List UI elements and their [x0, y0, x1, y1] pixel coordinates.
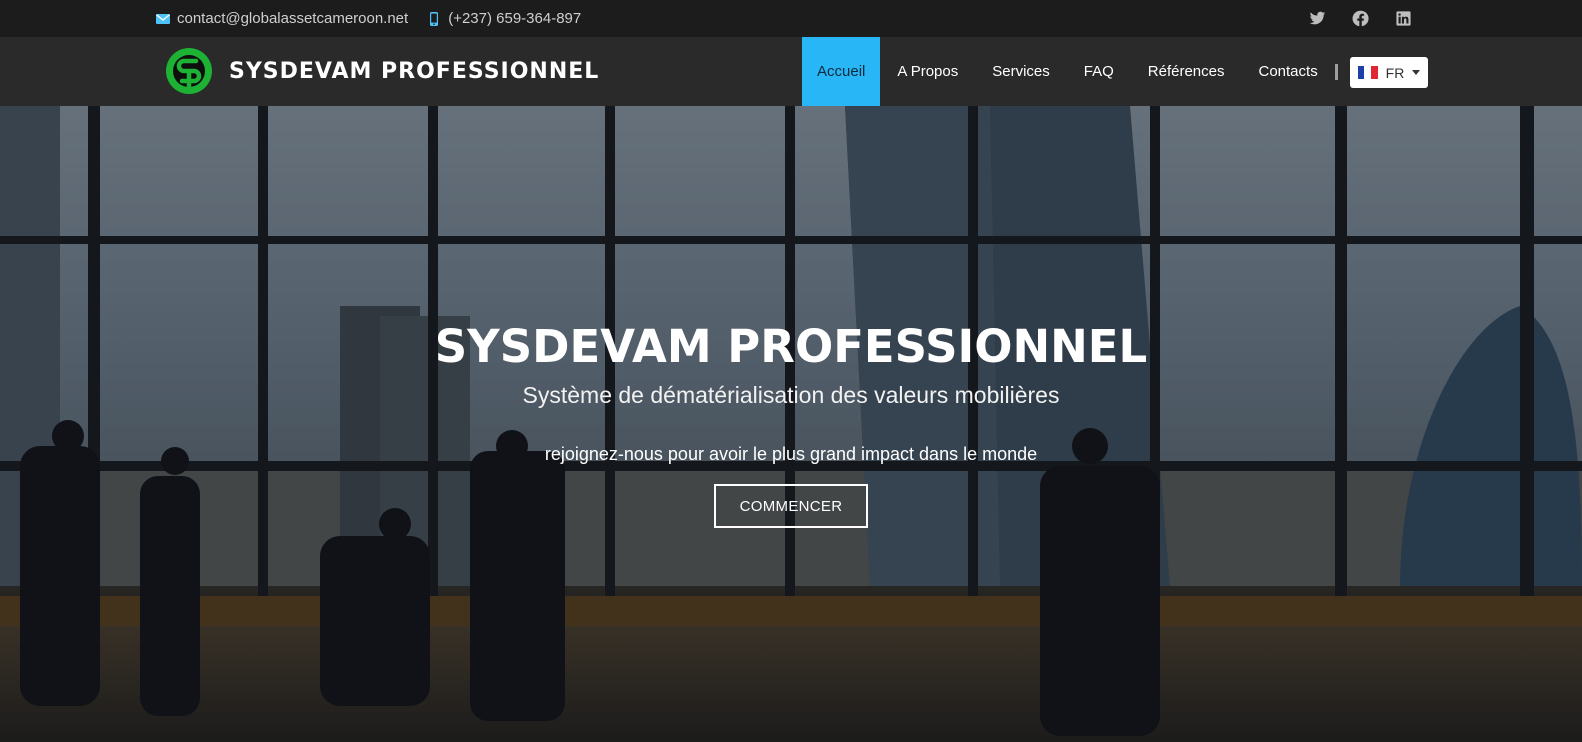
nav-item-label: Services	[992, 63, 1050, 80]
contact-info: contact@globalassetcameroon.net (+237) 6…	[155, 0, 581, 37]
hero-tagline: rejoignez-nous pour avoir le plus grand …	[544, 444, 1038, 464]
hero-overlay	[0, 106, 1582, 742]
language-label: FR	[1385, 64, 1405, 81]
email-contact[interactable]: contact@globalassetcameroon.net	[155, 10, 408, 27]
nav-menu: Accueil A Propos Services FAQ Références…	[802, 37, 1338, 106]
nav-item-contacts[interactable]: Contacts	[1242, 37, 1335, 106]
hero-subtitle: Système de dématérialisation des valeurs…	[522, 382, 1060, 408]
france-flag-icon	[1357, 66, 1378, 79]
nav-item-a-propos[interactable]: A Propos	[880, 37, 975, 106]
nav-item-accueil[interactable]: Accueil	[802, 37, 881, 106]
facebook-icon[interactable]	[1352, 10, 1369, 27]
brand[interactable]: SYSDEVAM PROFESSIONNEL	[165, 46, 599, 96]
phone-contact[interactable]: (+237) 659-364-897	[426, 10, 581, 27]
phone-text[interactable]: (+237) 659-364-897	[448, 10, 581, 27]
sysdevam-logo	[166, 48, 212, 94]
mobile-phone-icon	[430, 11, 439, 26]
start-button[interactable]: COMMENCER	[714, 484, 868, 528]
linkedin-icon[interactable]	[1395, 10, 1412, 27]
nav-item-faq[interactable]: FAQ	[1067, 37, 1131, 106]
social-links	[1309, 0, 1412, 37]
language-selector[interactable]: FR	[1350, 57, 1428, 88]
menu-divider	[1334, 63, 1338, 80]
nav-item-label: Références	[1147, 63, 1225, 80]
main-navbar: SYSDEVAM PROFESSIONNEL Accueil A Propos …	[0, 37, 1582, 106]
brand-name[interactable]: SYSDEVAM PROFESSIONNEL	[229, 59, 599, 84]
hero-title: SYSDEVAM PROFESSIONNEL	[434, 320, 1148, 373]
nav-item-services[interactable]: Services	[975, 37, 1067, 106]
caret-down-icon	[1412, 70, 1421, 75]
nav-item-label: FAQ	[1083, 63, 1114, 80]
twitter-icon[interactable]	[1309, 10, 1326, 27]
nav-item-label: A Propos	[897, 63, 959, 80]
hero-section: SYSDEVAM PROFESSIONNEL Système de dématé…	[0, 106, 1582, 742]
nav-item-references[interactable]: Références	[1131, 37, 1242, 106]
email-text[interactable]: contact@globalassetcameroon.net	[177, 10, 408, 27]
mail-icon	[156, 13, 170, 24]
nav-item-label: Contacts	[1258, 63, 1318, 80]
top-bar: contact@globalassetcameroon.net (+237) 6…	[0, 0, 1582, 37]
nav-item-label: Accueil	[817, 63, 866, 80]
